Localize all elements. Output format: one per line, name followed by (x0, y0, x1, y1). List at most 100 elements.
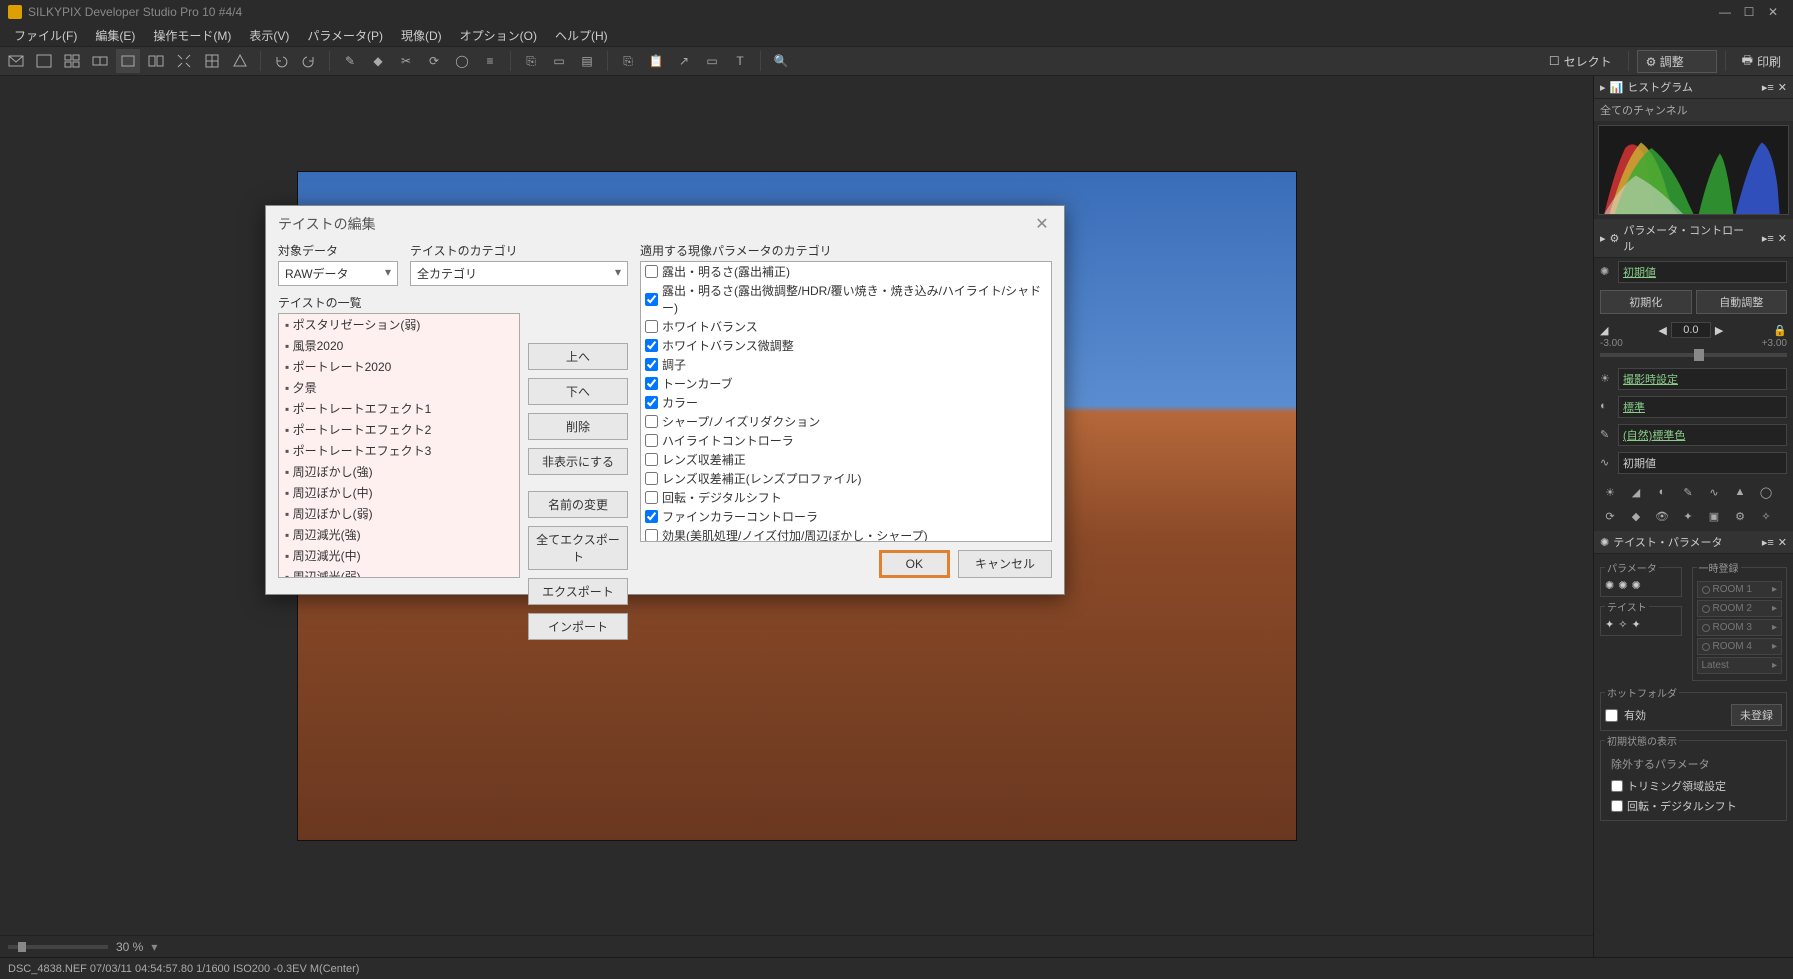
tool-paste-icon[interactable]: 📋 (644, 49, 668, 73)
tool-copy-icon[interactable]: ⎘ (616, 49, 640, 73)
grid-dropper-icon[interactable]: ✎ (1678, 483, 1698, 501)
exclude-trim-checkbox[interactable] (1611, 780, 1623, 792)
export-all-button[interactable]: 全てエクスポート (528, 526, 628, 570)
category-checkbox[interactable] (645, 396, 658, 409)
grid-sharp-icon[interactable]: ▲ (1730, 483, 1750, 501)
adjust-mode-dropdown[interactable]: ⚙ 調整 (1637, 50, 1717, 73)
tool-spot-icon[interactable]: ◆ (366, 49, 390, 73)
tool-region-icon[interactable]: ▭ (547, 49, 571, 73)
category-checkbox[interactable] (645, 358, 658, 371)
category-item[interactable]: カラー (641, 393, 1051, 412)
minimize-button[interactable]: — (1713, 5, 1737, 19)
dialog-close-icon[interactable]: ✕ (1032, 214, 1052, 234)
tool-rotate-icon[interactable]: ⟳ (422, 49, 446, 73)
taste-param-header[interactable]: ✺ テイスト・パラメータ ▸≡✕ (1594, 531, 1793, 554)
tool-grid2-icon[interactable] (200, 49, 224, 73)
param-gear3-icon[interactable]: ✺ (1631, 579, 1640, 592)
grid-triangle-icon[interactable]: ◢ (1626, 483, 1646, 501)
tool-redo-icon[interactable] (297, 49, 321, 73)
taste-item[interactable]: 周辺減光(中) (279, 545, 519, 566)
room-4-button[interactable]: ROOM 4▸ (1697, 638, 1783, 655)
tool-text-icon[interactable]: T (728, 49, 752, 73)
dock-icon[interactable]: ▸≡ (1762, 536, 1774, 549)
taste-item[interactable]: 周辺ぼかし(強) (279, 461, 519, 482)
menu-parameter[interactable]: パラメータ(P) (299, 25, 391, 46)
tool-brush-icon[interactable]: ✎ (338, 49, 362, 73)
tool-undo-icon[interactable] (269, 49, 293, 73)
hide-button[interactable]: 非表示にする (528, 448, 628, 475)
category-checkbox[interactable] (645, 472, 658, 485)
room-3-button[interactable]: ROOM 3▸ (1697, 619, 1783, 636)
taste-item[interactable]: ポートレートエフェクト1 (279, 398, 519, 419)
menu-view[interactable]: 表示(V) (241, 25, 297, 46)
grid-lens-icon[interactable]: ◯ (1756, 483, 1776, 501)
room-latest-button[interactable]: Latest▸ (1697, 657, 1783, 674)
menu-help[interactable]: ヘルプ(H) (547, 25, 616, 46)
exposure-value[interactable]: 0.0 (1671, 322, 1711, 338)
category-checkbox[interactable] (645, 377, 658, 390)
category-checkbox[interactable] (645, 320, 658, 333)
tool-compare-icon[interactable]: ▭ (700, 49, 724, 73)
category-checkbox[interactable] (645, 491, 658, 504)
hotfolder-enable-checkbox[interactable] (1605, 709, 1618, 722)
category-item[interactable]: レンズ収差補正 (641, 450, 1051, 469)
target-data-select[interactable]: RAWデータ (278, 261, 398, 286)
hotfolder-unreg-button[interactable]: 未登録 (1731, 704, 1782, 726)
rename-button[interactable]: 名前の変更 (528, 491, 628, 518)
category-checkbox[interactable] (645, 339, 658, 352)
tool-clone-icon[interactable]: ⎘ (519, 49, 543, 73)
menu-develop[interactable]: 現像(D) (393, 25, 450, 46)
grid-star-icon[interactable]: ✦ (1678, 507, 1698, 525)
category-item[interactable]: レンズ収差補正(レンズプロファイル) (641, 469, 1051, 488)
tone-dropdown[interactable]: 標準 (1618, 396, 1787, 418)
grid-effect-icon[interactable]: ✧ (1756, 507, 1776, 525)
taste-item[interactable]: 周辺ぼかし(弱) (279, 503, 519, 524)
menu-file[interactable]: ファイル(F) (6, 25, 85, 46)
shooting-dropdown[interactable]: 撮影時設定 (1618, 368, 1787, 390)
category-checkbox[interactable] (645, 434, 658, 447)
menu-option[interactable]: オプション(O) (452, 25, 545, 46)
category-item[interactable]: トーンカーブ (641, 374, 1051, 393)
category-checkbox[interactable] (645, 529, 658, 542)
grid-layers-icon[interactable]: ▣ (1704, 507, 1724, 525)
tool-warning-icon[interactable] (228, 49, 252, 73)
taste-list[interactable]: ポスタリゼーション(弱)風景2020ポートレート2020夕景ポートレートエフェク… (278, 313, 520, 578)
menu-edit[interactable]: 編集(E) (87, 25, 143, 46)
close-button[interactable]: ✕ (1761, 5, 1785, 19)
tool-adjust-icon[interactable]: ≡ (478, 49, 502, 73)
tool-combination-icon[interactable] (88, 49, 112, 73)
tool-crop-icon[interactable]: ✂ (394, 49, 418, 73)
stepper-right-icon[interactable]: ▶ (1715, 324, 1723, 337)
print-button[interactable]: 🖶印刷 (1734, 49, 1789, 74)
taste-item[interactable]: 風景2020 (279, 335, 519, 356)
category-item[interactable]: ハイライトコントローラ (641, 431, 1051, 450)
param-control-header[interactable]: ▸⚙ パラメータ・コントロール ▸≡✕ (1594, 219, 1793, 258)
move-up-button[interactable]: 上へ (528, 343, 628, 370)
exposure-slider[interactable] (1600, 353, 1787, 357)
category-item[interactable]: ホワイトバランス微調整 (641, 336, 1051, 355)
category-item[interactable]: 露出・明るさ(露出補正) (641, 262, 1051, 281)
close-panel-icon[interactable]: ✕ (1778, 536, 1787, 549)
close-panel-icon[interactable]: ✕ (1778, 81, 1787, 94)
taste-item[interactable]: 周辺減光(強) (279, 524, 519, 545)
room-2-button[interactable]: ROOM 2▸ (1697, 600, 1783, 617)
dock-icon[interactable]: ▸≡ (1762, 81, 1774, 94)
initial-dropdown[interactable]: 初期値 (1618, 452, 1787, 474)
select-mode-button[interactable]: ☐セレクト (1541, 51, 1620, 72)
category-list[interactable]: 露出・明るさ(露出補正)露出・明るさ(露出微調整/HDR/覆い焼き・焼き込み/ハ… (640, 261, 1052, 542)
tool-export-icon[interactable]: ↗ (672, 49, 696, 73)
wb-dropdown[interactable]: (自然)標準色 (1618, 424, 1787, 446)
grid-curve-icon[interactable]: ∿ (1704, 483, 1724, 501)
cancel-button[interactable]: キャンセル (958, 550, 1052, 578)
tool-grid-icon[interactable] (60, 49, 84, 73)
taste-category-select[interactable]: 全カテゴリ (410, 261, 628, 286)
tool-search-icon[interactable]: 🔍 (769, 49, 793, 73)
taste-star2-icon[interactable]: ✧ (1618, 618, 1627, 631)
import-button[interactable]: インポート (528, 613, 628, 640)
stepper-left-icon[interactable]: ◀ (1658, 324, 1666, 337)
taste-item[interactable]: ポスタリゼーション(弱) (279, 314, 519, 335)
tool-single-icon[interactable] (116, 49, 140, 73)
tool-gradient-icon[interactable]: ▤ (575, 49, 599, 73)
grid-contrast-icon[interactable]: ◐ (1652, 483, 1672, 501)
tool-split-icon[interactable] (144, 49, 168, 73)
